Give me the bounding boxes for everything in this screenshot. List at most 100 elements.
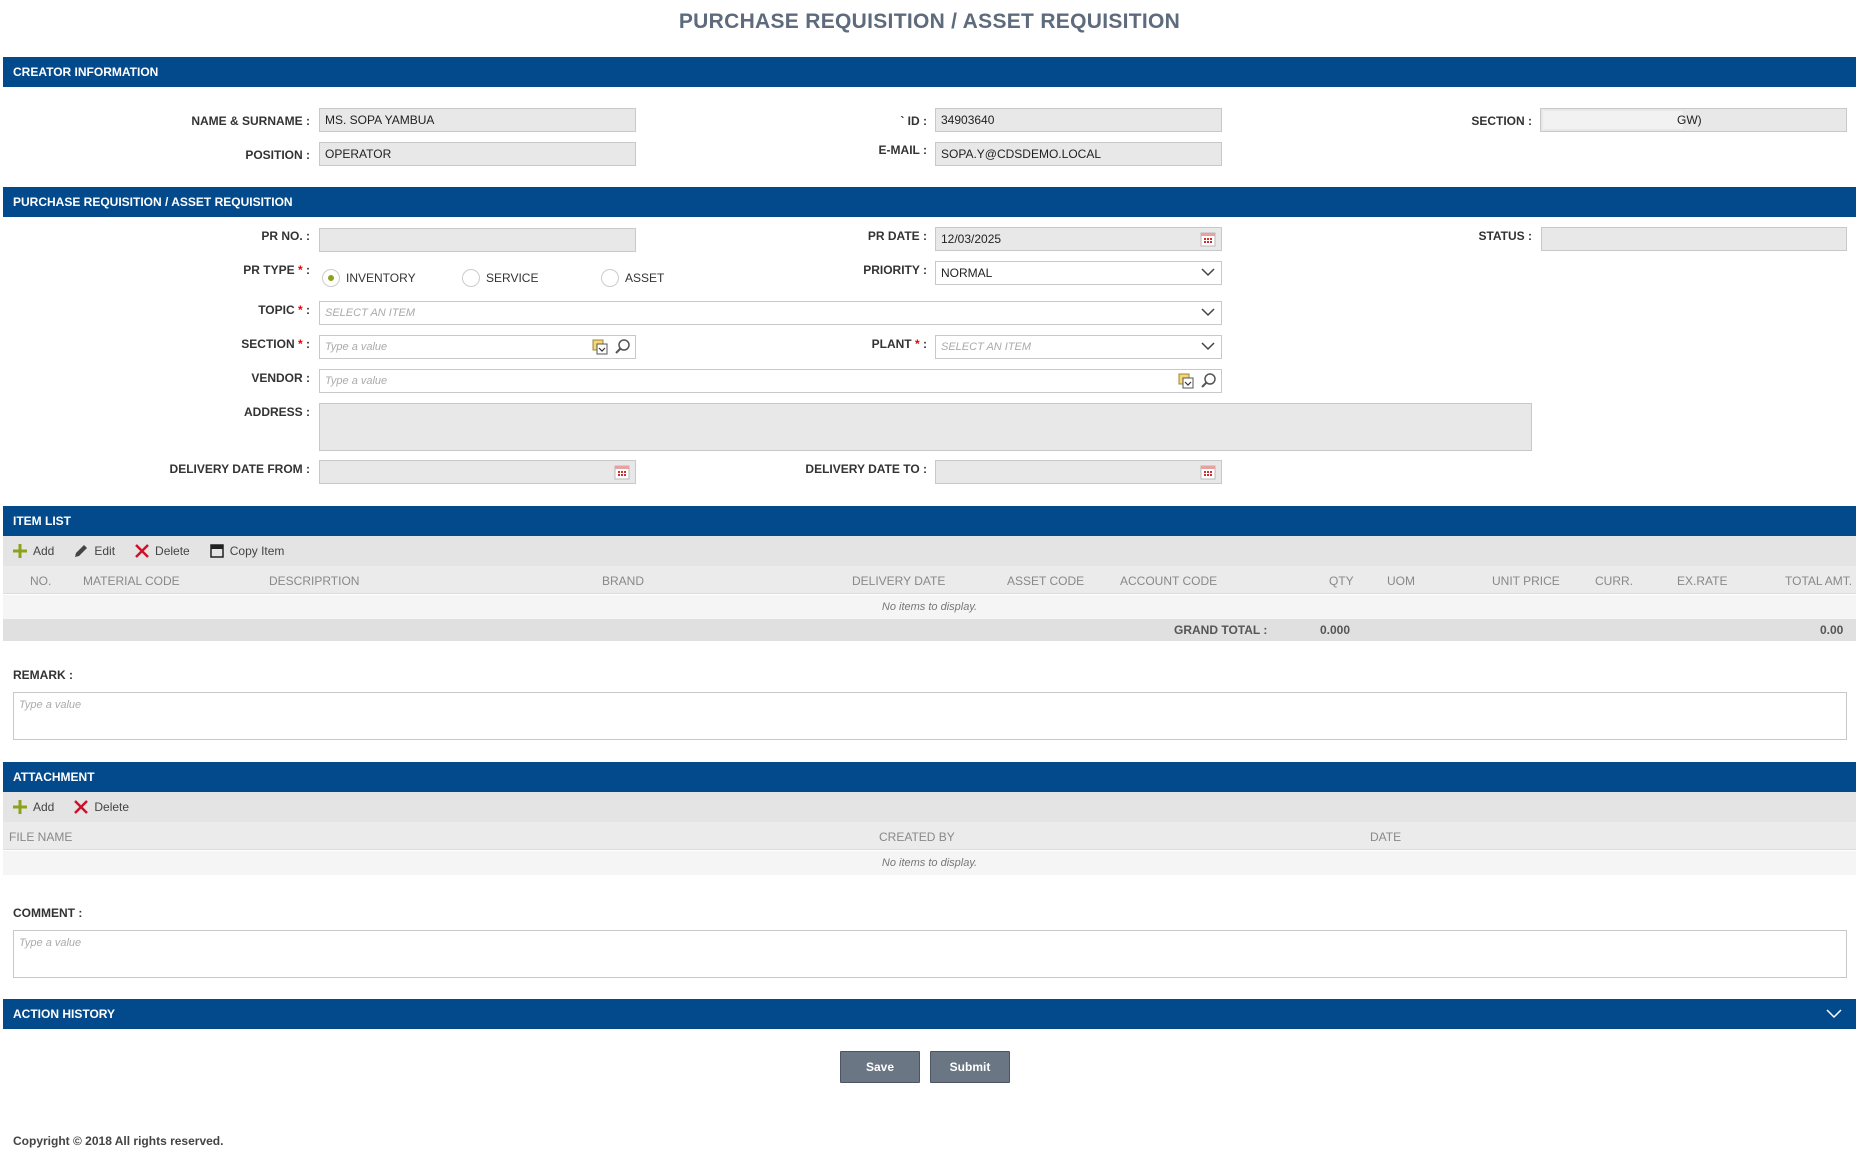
- lookup-list-icon[interactable]: [1177, 372, 1195, 390]
- attachment-grid-header: FILE NAME CREATED BY DATE: [3, 822, 1856, 850]
- calendar-icon[interactable]: [1199, 463, 1217, 481]
- x-icon: [74, 800, 89, 814]
- submit-button[interactable]: Submit: [930, 1051, 1010, 1083]
- item-list-header-label: ITEM LIST: [13, 514, 71, 528]
- calendar-icon[interactable]: [613, 463, 631, 481]
- topic-placeholder: SELECT AN ITEM: [325, 307, 416, 319]
- search-icon[interactable]: [1200, 372, 1218, 390]
- plant-placeholder: SELECT AN ITEM: [941, 341, 1032, 353]
- chevron-down-icon[interactable]: [1826, 1007, 1842, 1019]
- grand-total-qty: 0.000: [1320, 623, 1351, 637]
- col-account-code[interactable]: ACCOUNT CODE: [1120, 574, 1217, 588]
- col-delivery-date[interactable]: DELIVERY DATE: [852, 574, 945, 588]
- ddto-label: DELIVERY DATE TO :: [805, 462, 927, 476]
- col-unit-price[interactable]: UNIT PRICE: [1492, 574, 1560, 588]
- ddfrom-field[interactable]: [319, 460, 636, 484]
- item-toolbar: Add Edit Delete Copy Item: [3, 536, 1856, 566]
- creator-section-label: SECTION :: [1471, 114, 1532, 128]
- col-ex-rate[interactable]: EX.RATE: [1677, 574, 1727, 588]
- vendor-label: VENDOR :: [251, 371, 310, 385]
- calendar-icon[interactable]: [1199, 230, 1217, 248]
- topic-select[interactable]: SELECT AN ITEM: [319, 301, 1222, 325]
- priority-label: PRIORITY :: [863, 263, 927, 277]
- vendor-input[interactable]: Type a value: [319, 369, 1222, 393]
- col-uom[interactable]: UOM: [1387, 574, 1415, 588]
- radio-inventory[interactable]: INVENTORY: [322, 268, 416, 288]
- position-label: POSITION :: [245, 148, 310, 162]
- section-redacted: [1543, 111, 1683, 129]
- attachment-add-label: Add: [33, 800, 55, 814]
- id-field: 34903640: [935, 108, 1222, 132]
- pr-section-placeholder: Type a value: [325, 341, 388, 353]
- col-date[interactable]: DATE: [1370, 830, 1401, 844]
- priority-select[interactable]: NORMAL: [935, 261, 1222, 285]
- search-icon[interactable]: [614, 338, 632, 356]
- col-total-amt[interactable]: TOTAL AMT.: [1785, 574, 1852, 588]
- remark-input[interactable]: Type a value: [13, 692, 1847, 740]
- chevron-down-icon[interactable]: [1201, 307, 1215, 317]
- item-copy-button[interactable]: Copy Item: [209, 544, 284, 558]
- col-qty[interactable]: QTY: [1329, 574, 1354, 588]
- save-button[interactable]: Save: [840, 1051, 920, 1083]
- copy-icon: [209, 544, 224, 558]
- plant-select[interactable]: SELECT AN ITEM: [935, 335, 1222, 359]
- action-history-header-label: ACTION HISTORY: [13, 1007, 116, 1021]
- ddfrom-label: DELIVERY DATE FROM :: [169, 462, 310, 476]
- id-label: ` ID :: [900, 114, 927, 128]
- id-value: 34903640: [941, 113, 995, 127]
- attachment-delete-label: Delete: [94, 800, 130, 814]
- col-created-by[interactable]: CREATED BY: [879, 830, 955, 844]
- grand-total-label: GRAND TOTAL :: [1174, 623, 1268, 637]
- prno-label: PR NO. :: [261, 229, 310, 243]
- x-icon: [135, 544, 149, 558]
- col-no[interactable]: NO.: [30, 574, 51, 588]
- radio-asset-dot[interactable]: [601, 269, 619, 287]
- radio-service[interactable]: SERVICE: [462, 268, 538, 288]
- col-brand[interactable]: BRAND: [602, 574, 644, 588]
- comment-placeholder: Type a value: [19, 937, 82, 949]
- position-value: OPERATOR: [325, 147, 392, 161]
- copyright: Copyright © 2018 All rights reserved.: [13, 1134, 224, 1148]
- prtype-colon: :: [302, 263, 310, 277]
- lookup-list-icon[interactable]: [591, 338, 609, 356]
- topic-colon: :: [302, 303, 310, 317]
- name-label: NAME & SURNAME :: [191, 114, 310, 128]
- ddto-field[interactable]: [935, 460, 1222, 484]
- chevron-down-icon[interactable]: [1201, 267, 1215, 277]
- radio-asset[interactable]: ASSET: [601, 268, 664, 288]
- col-curr[interactable]: CURR.: [1595, 574, 1633, 588]
- radio-service-dot[interactable]: [462, 269, 480, 287]
- pr-section-label: SECTION * :: [150, 337, 310, 351]
- topic-label: TOPIC * :: [150, 303, 310, 317]
- attachment-add-button[interactable]: Add: [13, 800, 54, 814]
- radio-inventory-dot[interactable]: [322, 269, 340, 287]
- creator-info-header-label: CREATOR INFORMATION: [13, 65, 159, 79]
- prtype-label-text: PR TYPE: [243, 263, 295, 277]
- col-description[interactable]: DESCRIPRTION: [269, 574, 359, 588]
- prtype-label: PR TYPE * :: [150, 263, 310, 277]
- col-file-name[interactable]: FILE NAME: [9, 830, 72, 844]
- item-add-button[interactable]: Add: [13, 544, 54, 558]
- address-label: ADDRESS :: [243, 405, 310, 419]
- pr-section-input[interactable]: Type a value: [319, 335, 636, 359]
- plus-icon: [13, 800, 27, 814]
- item-edit-label: Edit: [94, 544, 116, 558]
- prdate-field[interactable]: 12/03/2025: [935, 227, 1222, 251]
- comment-input[interactable]: Type a value: [13, 930, 1847, 978]
- pencil-icon: [75, 545, 88, 557]
- plus-icon: [13, 544, 27, 558]
- col-asset-code[interactable]: ASSET CODE: [1007, 574, 1084, 588]
- prno-field: [319, 228, 636, 252]
- action-history-header[interactable]: ACTION HISTORY: [3, 999, 1856, 1029]
- chevron-down-icon[interactable]: [1201, 341, 1215, 351]
- item-edit-button[interactable]: Edit: [74, 544, 115, 558]
- grand-total-amt: 0.00: [1820, 623, 1844, 637]
- pr-section-colon: :: [302, 337, 310, 351]
- item-delete-button[interactable]: Delete: [135, 544, 190, 558]
- creator-section-field: GW): [1540, 108, 1847, 132]
- radio-service-label: SERVICE: [486, 271, 539, 285]
- creator-section-value: GW): [1677, 113, 1702, 127]
- attachment-delete-button[interactable]: Delete: [74, 800, 129, 814]
- item-grid-empty: No items to display.: [3, 595, 1856, 619]
- col-material-code[interactable]: MATERIAL CODE: [83, 574, 180, 588]
